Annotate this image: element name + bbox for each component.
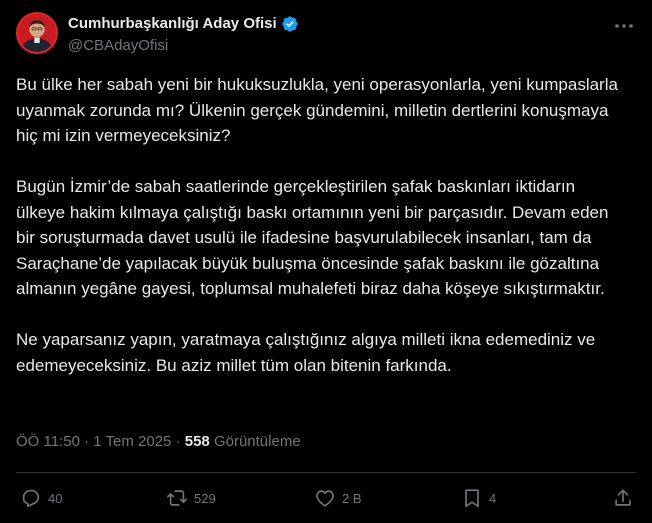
bookmark-count: 4 (489, 490, 497, 506)
reply-button[interactable]: 40 (20, 484, 62, 512)
retweet-icon (167, 490, 187, 506)
tweet-header: Cumhurbaşkanlığı Aday Ofisi @CBAdayOfisi (16, 12, 636, 60)
bookmark-icon (465, 489, 479, 508)
heart-icon (316, 490, 334, 507)
author-handle[interactable]: @CBAdayOfisi (68, 36, 299, 56)
avatar-image (18, 14, 56, 52)
share-icon (615, 489, 631, 506)
meta-separator: · (175, 433, 181, 450)
retweet-button[interactable]: 529 (166, 484, 216, 512)
author-names: Cumhurbaşkanlığı Aday Ofisi @CBAdayOfisi (68, 14, 299, 56)
reply-icon (22, 489, 40, 508)
views-count[interactable]: 558 (185, 433, 210, 450)
tweet-text: Bu ülke her sabah yeni bir hukuksuzlukla… (16, 72, 628, 404)
author-display-name[interactable]: Cumhurbaşkanlığı Aday Ofisi (68, 14, 277, 34)
share-button[interactable] (612, 484, 634, 512)
like-button[interactable]: 2 B (314, 484, 362, 512)
tweet-paragraph-1: Bu ülke her sabah yeni bir hukuksuzlukla… (16, 75, 618, 145)
action-bar: 40 529 2 B 4 (16, 484, 636, 512)
tweet-meta: ÖÖ 11:50 · 1 Tem 2025 · 558 Görüntüleme (16, 432, 301, 452)
tweet-time[interactable]: ÖÖ 11:50 (16, 433, 80, 450)
like-count: 2 B (342, 490, 362, 506)
meta-separator: · (84, 433, 90, 450)
retweet-count: 529 (194, 490, 216, 506)
tweet-paragraph-2: Bugün İzmir’de sabah saatlerinde gerçekl… (16, 177, 609, 298)
reply-count: 40 (48, 490, 63, 506)
tweet-paragraph-3: Ne yaparsanız yapın, yaratmaya çalıştığı… (16, 330, 596, 375)
tweet: Cumhurbaşkanlığı Aday Ofisi @CBAdayOfisi… (0, 0, 652, 523)
verified-badge-icon[interactable] (281, 15, 299, 33)
views-label[interactable]: Görüntüleme (214, 433, 301, 450)
display-name-row: Cumhurbaşkanlığı Aday Ofisi (68, 14, 299, 34)
avatar[interactable] (16, 12, 58, 54)
divider (16, 472, 636, 473)
more-horizontal-icon[interactable] (612, 14, 636, 38)
bookmark-button[interactable]: 4 (461, 484, 496, 512)
tweet-date[interactable]: 1 Tem 2025 (93, 433, 171, 450)
